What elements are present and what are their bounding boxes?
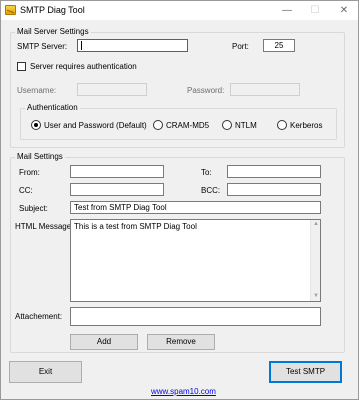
html-message-label: HTML Message: xyxy=(15,222,74,231)
subject-input[interactable]: Test from SMTP Diag Tool xyxy=(70,201,321,214)
auth-required-checkbox[interactable] xyxy=(17,62,26,71)
app-icon xyxy=(5,5,16,15)
port-input[interactable]: 25 xyxy=(263,39,295,52)
html-message-scrollbar[interactable]: ▲ ▼ xyxy=(310,220,320,301)
window-title: SMTP Diag Tool xyxy=(20,5,85,15)
username-input[interactable] xyxy=(77,83,147,96)
maximize-button[interactable]: ☐ xyxy=(301,1,329,20)
cc-label: CC: xyxy=(19,186,33,195)
scroll-down-icon[interactable]: ▼ xyxy=(311,292,321,301)
password-input[interactable] xyxy=(230,83,300,96)
attachment-label: Attachement: xyxy=(15,312,63,321)
html-message-textarea[interactable]: This is a test from SMTP Diag Tool ▲ ▼ xyxy=(70,219,321,302)
remove-attachment-button[interactable]: Remove xyxy=(147,334,215,350)
attachment-input[interactable] xyxy=(70,307,321,326)
to-label: To: xyxy=(201,168,212,177)
minimize-button[interactable]: — xyxy=(273,1,301,20)
authentication-legend: Authentication xyxy=(25,103,80,112)
from-label: From: xyxy=(19,168,40,177)
html-message-text: This is a test from SMTP Diag Tool xyxy=(74,222,197,231)
test-smtp-button[interactable]: Test SMTP xyxy=(269,361,342,383)
smtp-server-label: SMTP Server: xyxy=(17,42,68,51)
cc-input[interactable] xyxy=(70,183,164,196)
from-input[interactable] xyxy=(70,165,164,178)
username-label: Username: xyxy=(17,86,57,95)
exit-button[interactable]: Exit xyxy=(9,361,82,383)
mail-server-legend: Mail Server Settings xyxy=(15,27,91,36)
subject-label: Subject: xyxy=(19,204,48,213)
auth-radio-ntlm[interactable] xyxy=(222,120,232,130)
auth-radio-kerberos[interactable] xyxy=(277,120,287,130)
to-input[interactable] xyxy=(227,165,321,178)
scroll-up-icon[interactable]: ▲ xyxy=(311,220,321,229)
auth-radio-user-password[interactable] xyxy=(31,120,41,130)
auth-radio-cram-md5[interactable] xyxy=(153,120,163,130)
auth-option-cram-md5: CRAM-MD5 xyxy=(166,121,210,130)
auth-option-user-password: User and Password (Default) xyxy=(44,121,147,130)
auth-option-kerberos: Kerberos xyxy=(290,121,323,130)
title-bar: SMTP Diag Tool — ☐ ✕ xyxy=(1,1,358,20)
smtp-server-input[interactable] xyxy=(77,39,188,52)
add-attachment-button[interactable]: Add xyxy=(70,334,138,350)
port-label: Port: xyxy=(232,42,249,51)
app-window: SMTP Diag Tool — ☐ ✕ Mail Server Setting… xyxy=(0,0,359,400)
auth-option-ntlm: NTLM xyxy=(235,121,257,130)
password-label: Password: xyxy=(187,86,225,95)
text-caret xyxy=(81,41,82,51)
website-link[interactable]: www.spam10.com xyxy=(151,387,216,396)
bcc-input[interactable] xyxy=(227,183,321,196)
auth-required-label: Server requires authentication xyxy=(30,62,137,71)
close-button[interactable]: ✕ xyxy=(330,1,358,20)
bcc-label: BCC: xyxy=(201,186,221,195)
mail-settings-legend: Mail Settings xyxy=(15,152,65,161)
